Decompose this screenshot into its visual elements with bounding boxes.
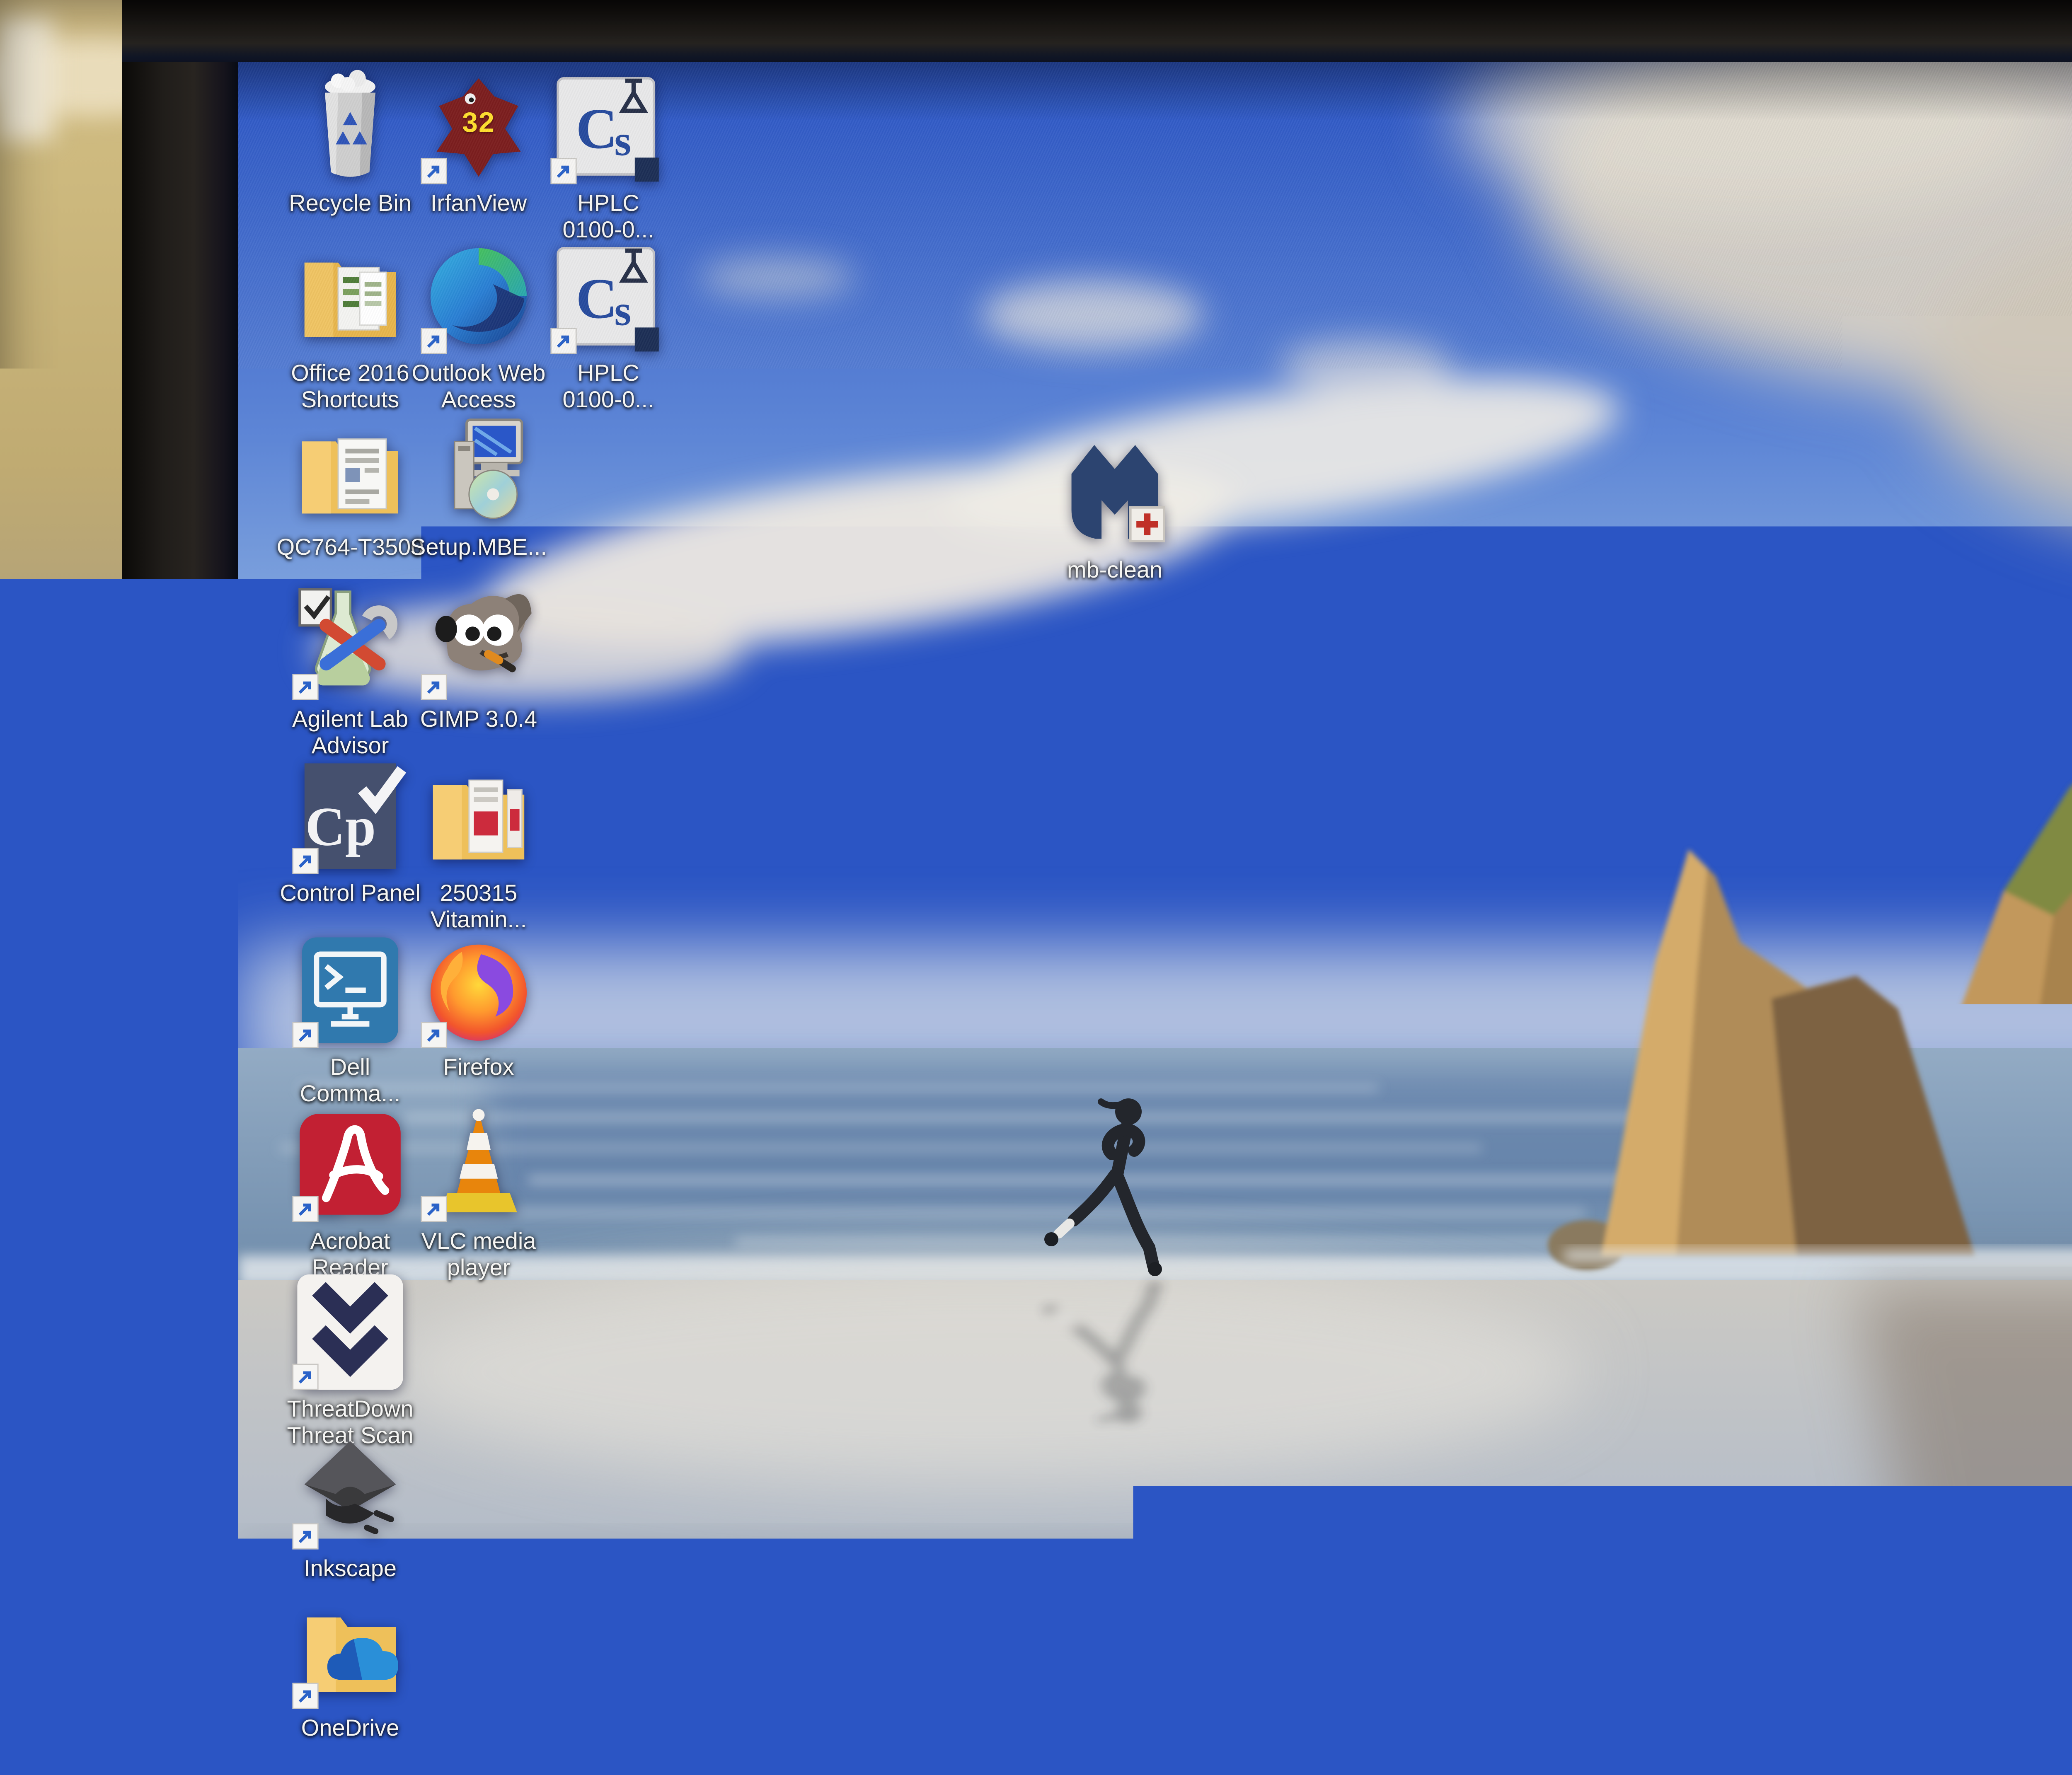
- mb-clean-icon: [1055, 433, 1175, 553]
- svg-text:C: C: [576, 97, 618, 161]
- photo-of-monitor: Recycle Bin32IrfanViewCsHPLC 0100-0...Of…: [0, 0, 2072, 1775]
- shortcut-arrow-icon: [292, 1363, 319, 1390]
- desktop-icon-firefox[interactable]: Firefox: [419, 930, 539, 1080]
- window-glyph: [951, 1763, 974, 1775]
- setup-mbe-icon: [419, 410, 539, 530]
- vitamin-folder-icon: [419, 756, 539, 876]
- inkscape-icon: [290, 1432, 410, 1552]
- shortcut-arrow-icon: [420, 157, 448, 185]
- desktop-icon-mb-clean[interactable]: mb-clean: [1055, 433, 1175, 583]
- irfanview-icon: 32: [419, 66, 539, 186]
- agilent-icon: [290, 582, 410, 702]
- desktop-icon-label: Inkscape: [261, 1555, 439, 1582]
- shortcut-arrow-icon: [550, 327, 577, 355]
- shortcut-arrow-icon: [420, 1195, 448, 1223]
- acrobat-icon: [290, 1104, 410, 1224]
- shortcut-arrow-icon: [550, 157, 577, 185]
- control-panel-icon: Cp: [290, 756, 410, 876]
- shortcut-arrow-icon: [420, 1021, 448, 1049]
- desktop-icon-threatdown[interactable]: ThreatDown Threat Scan: [290, 1272, 410, 1449]
- wall-highlight: [0, 17, 54, 141]
- window-glyph: [1059, 1761, 1084, 1775]
- qc-folder-icon: [290, 410, 410, 530]
- monitor-bezel-top: [122, 0, 2072, 62]
- desktop-icon-onedrive[interactable]: OneDrive: [290, 1591, 410, 1741]
- desktop-icon-label: VLC media player: [390, 1228, 568, 1281]
- start-button[interactable]: [278, 1740, 344, 1775]
- shortcut-arrow-icon: [420, 327, 448, 355]
- shortcut-arrow-icon: [292, 847, 319, 875]
- threatdown-icon: [290, 1272, 410, 1392]
- desktop-icon-vlc[interactable]: VLC media player: [419, 1104, 539, 1281]
- desktop-icon-label: 250315 Vitamin...: [390, 880, 568, 933]
- shortcut-arrow-icon: [292, 1682, 319, 1710]
- hplc-1-icon: Cs: [548, 66, 668, 186]
- equipment-knob: [50, 986, 116, 1044]
- desktop-icon-label: HPLC 0100-0...: [519, 190, 697, 243]
- shortcut-arrow-icon: [420, 673, 448, 701]
- office-folder-icon: [290, 236, 410, 356]
- desktop-icon-label: mb-clean: [1026, 556, 1204, 583]
- svg-text:s: s: [615, 287, 632, 335]
- desktop-icon-label: Setup.MBE...: [390, 534, 568, 560]
- shortcut-arrow-icon: [292, 1195, 319, 1223]
- svg-text:C: C: [576, 267, 618, 331]
- desktop-icon-label: GIMP 3.0.4: [390, 706, 568, 732]
- search-icon: [390, 1748, 413, 1772]
- specular-highlight: [79, 1119, 124, 1148]
- desktop-icon-vitamin-folder[interactable]: 250315 Vitamin...: [419, 756, 539, 933]
- outlook-web-icon: [419, 236, 539, 356]
- search-placeholder: Type here to search: [426, 1748, 609, 1773]
- shortcut-arrow-icon: [292, 1523, 319, 1550]
- desktop-icon-hplc-1[interactable]: CsHPLC 0100-0...: [548, 66, 668, 243]
- desktop-icon-label: Firefox: [390, 1054, 568, 1080]
- vlc-icon: [419, 1104, 539, 1224]
- desktop-screen: Recycle Bin32IrfanViewCsHPLC 0100-0...Of…: [238, 62, 2072, 1775]
- windows-logo-icon: [298, 1746, 324, 1773]
- icon-badge: 32: [419, 106, 539, 138]
- dell-command-icon: [290, 930, 410, 1050]
- desktop-icon-setup-mbe[interactable]: Setup.MBE...: [419, 410, 539, 560]
- window-glyph: [1154, 1764, 1173, 1775]
- desktop-icon-gimp[interactable]: GIMP 3.0.4: [419, 582, 539, 732]
- firefox-icon: [419, 930, 539, 1050]
- desktop-icon-inkscape[interactable]: Inkscape: [290, 1432, 410, 1582]
- shortcut-arrow-icon: [292, 673, 319, 701]
- taskbar-search[interactable]: Type here to search: [375, 1744, 943, 1775]
- desktop-icon-label: HPLC 0100-0...: [519, 360, 697, 413]
- onedrive-icon: [290, 1591, 410, 1711]
- desktop-icon-hplc-2[interactable]: CsHPLC 0100-0...: [548, 236, 668, 413]
- recycle-bin-icon: [290, 66, 410, 186]
- shortcut-arrow-icon: [292, 1021, 319, 1049]
- gimp-icon: [419, 582, 539, 702]
- monitor-bezel-left: [122, 0, 238, 1775]
- svg-text:s: s: [615, 117, 632, 165]
- hplc-2-icon: Cs: [548, 236, 668, 356]
